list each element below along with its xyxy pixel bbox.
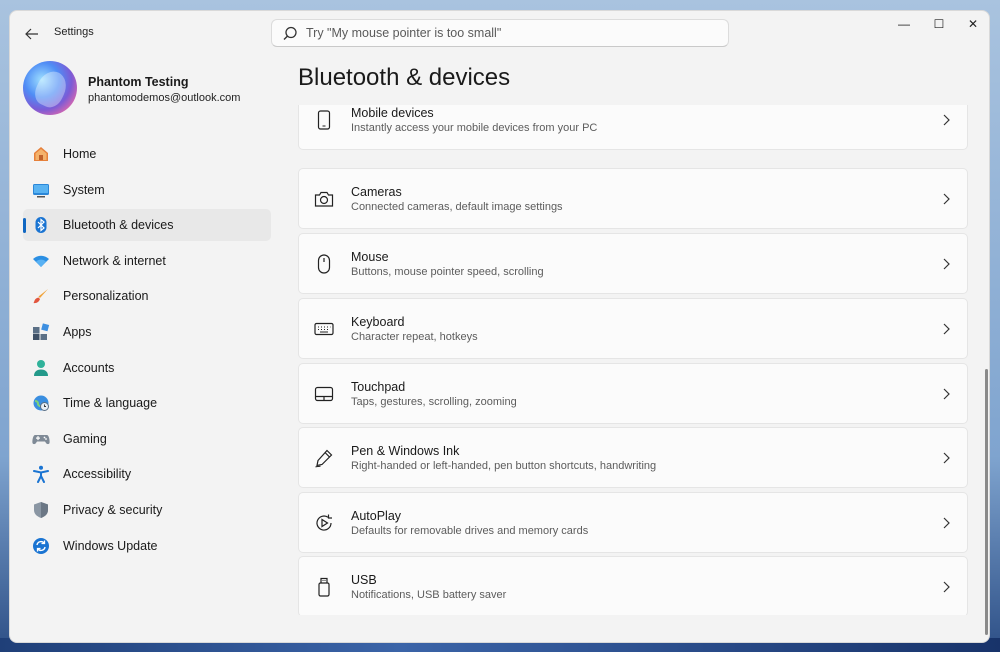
touchpad-icon xyxy=(313,383,335,405)
accessibility-icon xyxy=(31,464,51,484)
device-settings-list: Mobile devices Instantly access your mob… xyxy=(298,105,969,615)
card-title: AutoPlay xyxy=(351,508,402,523)
chevron-right-icon xyxy=(939,387,953,401)
sidebar-item-label: Home xyxy=(63,147,97,161)
sidebar-item-personalization[interactable]: Personalization xyxy=(23,280,271,312)
card-subtitle: Taps, gestures, scrolling, zooming xyxy=(351,395,517,408)
card-subtitle: Notifications, USB battery saver xyxy=(351,588,507,601)
sidebar-item-label: Time & language xyxy=(63,396,158,411)
sidebar-item-label: Bluetooth & devices xyxy=(63,218,174,233)
avatar[interactable] xyxy=(23,61,77,115)
card-title: Keyboard xyxy=(351,314,405,329)
search-input[interactable] xyxy=(306,26,706,40)
mouse-icon xyxy=(313,253,335,275)
shield-icon xyxy=(31,500,51,520)
card-mobile-devices[interactable]: Mobile devices Instantly access your mob… xyxy=(298,105,968,150)
sidebar-item-label: Accessibility xyxy=(63,467,132,482)
sidebar-item-label: Privacy & security xyxy=(63,502,163,517)
sidebar-item-time-language[interactable]: Time & language xyxy=(23,387,271,419)
card-subtitle: Defaults for removable drives and memory… xyxy=(351,524,589,537)
sidebar-item-home[interactable]: Home xyxy=(23,138,271,170)
update-icon xyxy=(31,536,51,556)
app-title: Settings xyxy=(54,26,94,38)
card-autoplay[interactable]: AutoPlay Defaults for removable drives a… xyxy=(298,492,968,553)
autoplay-icon xyxy=(313,512,335,534)
wifi-icon xyxy=(31,251,51,271)
sidebar-item-label: System xyxy=(63,182,105,197)
card-mouse[interactable]: Mouse Buttons, mouse pointer speed, scro… xyxy=(298,233,968,294)
sidebar-item-label: Apps xyxy=(63,324,92,339)
profile-name: Phantom Testing xyxy=(88,75,189,89)
page-title: Bluetooth & devices xyxy=(298,64,511,91)
chevron-right-icon xyxy=(939,580,953,594)
card-title: Touchpad xyxy=(351,379,406,394)
globe-clock-icon xyxy=(31,393,51,413)
card-title: Pen & Windows Ink xyxy=(351,443,460,458)
card-touchpad[interactable]: Touchpad Taps, gestures, scrolling, zoom… xyxy=(298,363,968,424)
close-button[interactable]: ✕ xyxy=(955,11,989,37)
chevron-right-icon xyxy=(939,257,953,271)
accounts-icon xyxy=(31,358,51,378)
gamepad-icon xyxy=(31,429,51,449)
sidebar-item-label: Personalization xyxy=(63,289,149,304)
card-title: Mouse xyxy=(351,249,389,264)
home-icon xyxy=(31,144,51,164)
title-bar: Settings — ☐ ✕ xyxy=(10,11,989,55)
sidebar-item-label: Network & internet xyxy=(63,253,166,268)
sidebar-item-label: Gaming xyxy=(63,431,107,446)
profile-email: phantomodemos@outlook.com xyxy=(88,92,241,104)
card-subtitle: Character repeat, hotkeys xyxy=(351,330,478,343)
search-box[interactable] xyxy=(271,19,729,47)
keyboard-icon xyxy=(313,318,335,340)
sidebar-item-label: Accounts xyxy=(63,360,115,375)
chevron-right-icon xyxy=(939,322,953,336)
sidebar-item-bluetooth-devices[interactable]: Bluetooth & devices xyxy=(23,209,271,242)
sidebar-item-windows-update[interactable]: Windows Update xyxy=(23,530,271,562)
sidebar-item-gaming[interactable]: Gaming xyxy=(23,423,271,455)
system-icon xyxy=(31,180,51,200)
bluetooth-icon xyxy=(31,215,51,235)
sidebar-item-privacy-security[interactable]: Privacy & security xyxy=(23,494,271,526)
card-keyboard[interactable]: Keyboard Character repeat, hotkeys xyxy=(298,298,968,359)
search-icon xyxy=(282,25,298,41)
card-subtitle: Connected cameras, default image setting… xyxy=(351,200,563,213)
phone-icon xyxy=(313,109,335,131)
maximize-button[interactable]: ☐ xyxy=(921,11,957,37)
usb-icon xyxy=(313,576,335,598)
card-cameras[interactable]: Cameras Connected cameras, default image… xyxy=(298,168,968,229)
sidebar-item-accounts[interactable]: Accounts xyxy=(23,352,271,384)
sidebar-item-network-internet[interactable]: Network & internet xyxy=(23,245,271,277)
card-usb[interactable]: USB Notifications, USB battery saver xyxy=(298,556,968,615)
sidebar-item-accessibility[interactable]: Accessibility xyxy=(23,458,271,490)
back-button[interactable] xyxy=(18,21,46,47)
card-subtitle: Buttons, mouse pointer speed, scrolling xyxy=(351,265,544,278)
card-title: USB xyxy=(351,572,377,587)
camera-icon xyxy=(313,188,335,210)
sidebar-nav: Home System Bluetooth & devices Network … xyxy=(23,138,271,565)
sidebar-item-apps[interactable]: Apps xyxy=(23,316,271,348)
chevron-right-icon xyxy=(939,516,953,530)
card-title: Cameras xyxy=(351,184,402,199)
sidebar-item-system[interactable]: System xyxy=(23,174,271,206)
card-subtitle: Right-handed or left-handed, pen button … xyxy=(351,459,657,472)
chevron-right-icon xyxy=(939,113,953,127)
brush-icon xyxy=(31,286,51,306)
chevron-right-icon xyxy=(939,451,953,465)
scrollbar-thumb[interactable] xyxy=(985,369,988,635)
card-subtitle: Instantly access your mobile devices fro… xyxy=(351,121,598,134)
chevron-right-icon xyxy=(939,192,953,206)
pen-icon xyxy=(313,447,335,469)
settings-window: Settings — ☐ ✕ Phantom Testing phantomod… xyxy=(9,10,990,643)
card-title: Mobile devices xyxy=(351,105,434,120)
apps-icon xyxy=(31,322,51,342)
card-pen-windows-ink[interactable]: Pen & Windows Ink Right-handed or left-h… xyxy=(298,427,968,488)
arrow-left-icon xyxy=(25,28,38,40)
sidebar-item-label: Windows Update xyxy=(63,538,158,553)
minimize-button[interactable]: — xyxy=(886,11,922,37)
